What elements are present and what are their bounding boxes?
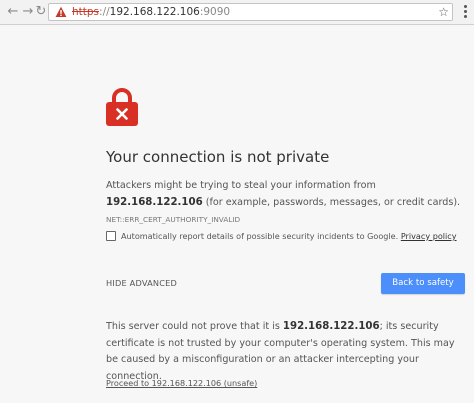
not-secure-warning-icon[interactable] (55, 6, 67, 18)
report-label: Automatically report details of possible… (121, 230, 457, 242)
desc-prefix: Attackers might be trying to steal your … (106, 180, 376, 191)
report-option: Automatically report details of possible… (106, 230, 468, 244)
back-arrow-icon[interactable]: ← (5, 4, 21, 20)
reload-icon[interactable]: ↻ (33, 4, 49, 20)
warning-description: Attackers might be trying to steal your … (106, 177, 468, 228)
detail-prefix: This server could not prove that it is (106, 321, 283, 332)
back-to-safety-button[interactable]: Back to safety (381, 273, 465, 294)
error-code[interactable]: NET::ERR_CERT_AUTHORITY_INVALID (106, 215, 240, 224)
star-icon[interactable]: ☆ (438, 4, 449, 20)
hide-advanced-button[interactable]: HIDE ADVANCED (106, 278, 177, 288)
url-text: https://192.168.122.106:9090 (72, 4, 230, 20)
report-checkbox[interactable] (106, 231, 116, 241)
desc-suffix: (for example, passwords, messages, or cr… (202, 197, 461, 208)
report-text: Automatically report details of possible… (121, 231, 401, 241)
privacy-policy-link[interactable]: Privacy policy (401, 231, 457, 241)
page-title: Your connection is not private (106, 148, 330, 166)
url-host: 192.168.122.106 (109, 6, 200, 18)
url-separator: :// (99, 6, 110, 18)
url-port: :9090 (199, 6, 231, 18)
desc-host: 192.168.122.106 (106, 197, 203, 208)
browser-toolbar: ← → ↻ https://192.168.122.106:9090 ☆ (0, 0, 474, 25)
proceed-unsafe-link[interactable]: Proceed to 192.168.122.106 (unsafe) (106, 378, 257, 388)
kebab-menu-icon[interactable] (460, 4, 470, 20)
advanced-details: This server could not prove that it is 1… (106, 319, 468, 385)
url-scheme: https (72, 6, 100, 18)
address-bar[interactable]: https://192.168.122.106:9090 ☆ (48, 3, 453, 21)
detail-host: 192.168.122.106 (282, 321, 380, 332)
red-broken-lock-icon (106, 88, 138, 126)
